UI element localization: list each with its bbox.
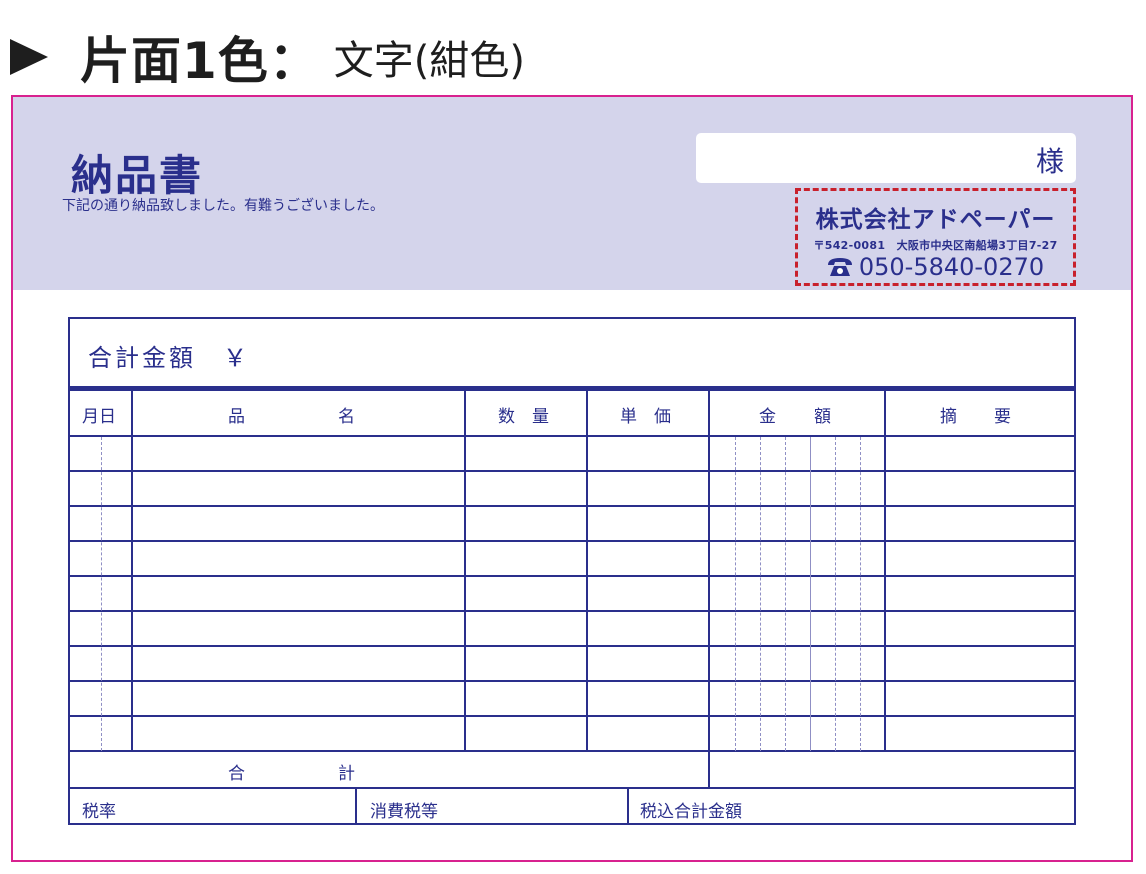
items-table: 月日 品 名 数 量 単 価 金 額 摘 要 合 計 税率 消費税等 税込合計金…	[68, 391, 1076, 825]
footer-tax-incl-total: 税込合計金額	[640, 802, 742, 822]
footer-consumption-tax: 消費税等	[370, 802, 438, 822]
section-heading: 片面1色： 文字(紺色)	[10, 22, 525, 92]
header-quantity: 数 量	[498, 407, 549, 427]
header-remarks-1: 摘	[940, 407, 957, 427]
header-remarks-2: 要	[994, 407, 1011, 427]
heading-main: 片面1色：	[80, 32, 320, 90]
phone-number: 050-5840-0270	[858, 253, 1045, 281]
document-title: 納品書	[71, 151, 204, 200]
heading-sub: 文字(紺色)	[333, 38, 526, 84]
footer-total-2: 計	[338, 764, 355, 784]
header-unit-price: 単 価	[620, 407, 671, 427]
header-amount-1: 金	[759, 407, 776, 427]
footer-total-1: 合	[228, 764, 245, 784]
header-date: 月日	[82, 407, 116, 427]
footer-tax-rate: 税率	[82, 802, 116, 822]
company-stamp: 株式会社アドペーパー 〒542-0081 大阪市中央区南船場3丁目7-27 05…	[795, 188, 1076, 286]
company-address: 〒542-0081 大阪市中央区南船場3丁目7-27	[813, 239, 1058, 252]
total-amount-label: 合計金額 ￥	[88, 344, 250, 372]
delivery-note: 下記の通り納品致しました。有難うございました。	[62, 198, 384, 214]
recipient-suffix: 様	[1035, 145, 1064, 178]
triangle-marker-icon	[10, 39, 48, 75]
telephone-icon	[827, 258, 852, 276]
recipient-field[interactable]: 様	[696, 133, 1076, 183]
header-item-1: 品	[228, 407, 245, 427]
company-name: 株式会社アドペーパー	[815, 207, 1056, 233]
company-phone: 050-5840-0270	[798, 253, 1073, 281]
header-item-2: 名	[338, 407, 355, 427]
header-amount-2: 額	[814, 407, 831, 427]
